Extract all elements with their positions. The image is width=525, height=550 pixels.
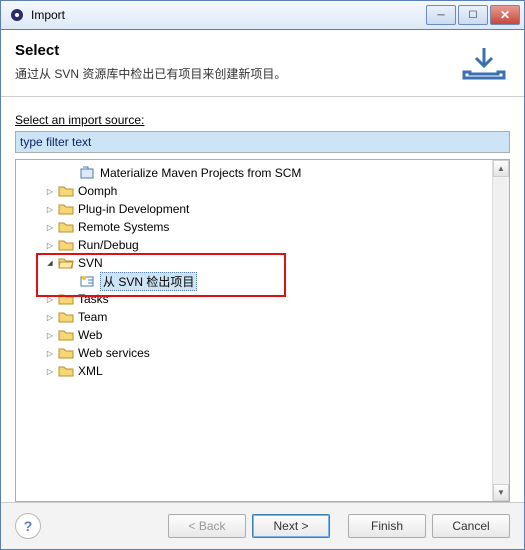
folder-open-icon: [58, 256, 74, 270]
folder-icon: [58, 238, 74, 252]
expand-icon[interactable]: [44, 347, 56, 359]
wizard-header: Select 通过从 SVN 资源库中检出已有项目来创建新项目。: [1, 30, 524, 97]
tree-item-label: Tasks: [78, 292, 109, 306]
collapse-icon[interactable]: [44, 257, 56, 269]
wizard-body: Select an import source: Materialize Mav…: [1, 97, 524, 502]
folder-icon: [58, 184, 74, 198]
filter-input[interactable]: [15, 131, 510, 153]
tree-item-label: Team: [78, 310, 107, 324]
tree-item-label: Run/Debug: [78, 238, 139, 252]
scrollbar[interactable]: ▲ ▼: [492, 160, 509, 501]
tree-item[interactable]: Plug-in Development: [40, 200, 507, 218]
folder-icon: [58, 310, 74, 324]
page-title: Select: [15, 42, 458, 59]
wizard-leaf-icon: [80, 166, 96, 180]
tree-item[interactable]: Run/Debug: [40, 236, 507, 254]
expand-icon[interactable]: [44, 239, 56, 251]
expand-icon[interactable]: [44, 203, 56, 215]
tree-item-svn-checkout[interactable]: 从 SVN 检出项目: [62, 272, 507, 290]
button-bar: ? < Back Next > Finish Cancel: [1, 502, 524, 549]
titlebar: Import ─ ☐ ✕: [0, 0, 525, 30]
tree-item-label: 从 SVN 检出项目: [100, 272, 197, 291]
tree-item-label: Web services: [78, 346, 150, 360]
tree-item-label: Oomph: [78, 184, 117, 198]
tree-container: Materialize Maven Projects from SCM Oomp…: [15, 159, 510, 502]
folder-icon: [58, 202, 74, 216]
expand-icon[interactable]: [44, 329, 56, 341]
expand-icon: [66, 167, 78, 179]
back-button[interactable]: < Back: [168, 514, 246, 538]
maximize-button[interactable]: ☐: [458, 5, 488, 25]
import-tree[interactable]: Materialize Maven Projects from SCM Oomp…: [18, 164, 507, 380]
help-button[interactable]: ?: [15, 513, 41, 539]
expand-icon[interactable]: [44, 221, 56, 233]
expand-icon: [66, 275, 78, 287]
window-title: Import: [31, 8, 426, 22]
tree-item[interactable]: Team: [40, 308, 507, 326]
folder-icon: [58, 220, 74, 234]
import-icon: [458, 42, 510, 82]
folder-icon: [58, 346, 74, 360]
tree-item-label: Materialize Maven Projects from SCM: [100, 166, 301, 180]
finish-button[interactable]: Finish: [348, 514, 426, 538]
scroll-track[interactable]: [493, 177, 509, 484]
tree-item-label: Remote Systems: [78, 220, 169, 234]
tree-item[interactable]: Tasks: [40, 290, 507, 308]
tree-item[interactable]: Materialize Maven Projects from SCM: [62, 164, 507, 182]
tree-item-label: Plug-in Development: [78, 202, 189, 216]
app-icon: [9, 7, 25, 23]
minimize-button[interactable]: ─: [426, 5, 456, 25]
source-label: Select an import source:: [15, 113, 510, 127]
tree-item[interactable]: Web: [40, 326, 507, 344]
expand-icon[interactable]: [44, 293, 56, 305]
expand-icon[interactable]: [44, 311, 56, 323]
tree-item[interactable]: Remote Systems: [40, 218, 507, 236]
tree-item-svn[interactable]: SVN: [40, 254, 507, 272]
scroll-down-button[interactable]: ▼: [493, 484, 509, 501]
tree-item[interactable]: Web services: [40, 344, 507, 362]
expand-icon[interactable]: [44, 185, 56, 197]
tree-item-label: XML: [78, 364, 103, 378]
page-description: 通过从 SVN 资源库中检出已有项目来创建新项目。: [15, 65, 458, 82]
scroll-up-button[interactable]: ▲: [493, 160, 509, 177]
tree-item[interactable]: XML: [40, 362, 507, 380]
folder-icon: [58, 364, 74, 378]
dialog: Select 通过从 SVN 资源库中检出已有项目来创建新项目。 Select …: [0, 30, 525, 550]
tree-item-label: Web: [78, 328, 102, 342]
tree-item-label: SVN: [78, 256, 103, 270]
wizard-leaf-icon: [80, 274, 96, 288]
next-button[interactable]: Next >: [252, 514, 330, 538]
folder-icon: [58, 292, 74, 306]
folder-icon: [58, 328, 74, 342]
close-button[interactable]: ✕: [490, 5, 520, 25]
expand-icon[interactable]: [44, 365, 56, 377]
cancel-button[interactable]: Cancel: [432, 514, 510, 538]
tree-item[interactable]: Oomph: [40, 182, 507, 200]
